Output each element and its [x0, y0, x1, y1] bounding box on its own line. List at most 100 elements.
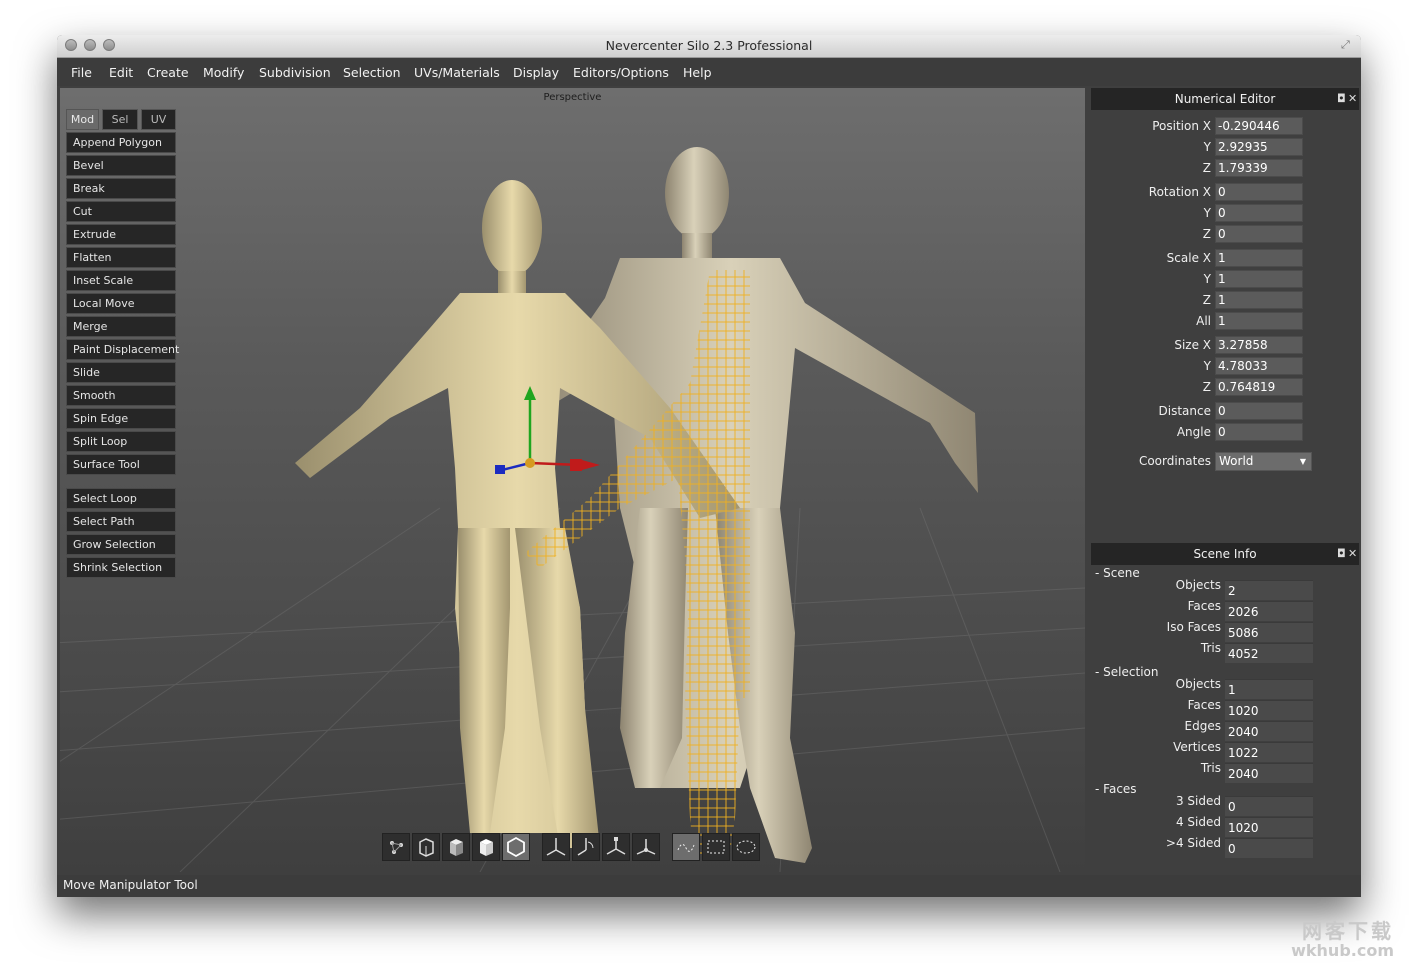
selection-objects-value: 1 — [1225, 679, 1313, 699]
selection-vertices-value: 1022 — [1225, 742, 1313, 762]
position-x-label: Position X — [1152, 119, 1211, 133]
position-y-field[interactable]: 2.92935 — [1215, 138, 1303, 156]
angle-field[interactable]: 0 — [1215, 423, 1303, 441]
scale-z-field[interactable]: 1 — [1215, 291, 1303, 309]
selection-edges-value: 2040 — [1225, 721, 1313, 741]
tab-mod[interactable]: Mod — [66, 109, 99, 130]
menu-editors-options[interactable]: Editors/Options — [573, 65, 669, 80]
distance-field[interactable]: 0 — [1215, 402, 1303, 420]
scale-all-field[interactable]: 1 — [1215, 312, 1303, 330]
tool-spin-edge[interactable]: Spin Edge — [66, 408, 176, 429]
menu-file[interactable]: File — [71, 65, 92, 80]
scene-faces-label: Faces — [1187, 599, 1221, 613]
rect-select-icon[interactable] — [702, 833, 730, 861]
face-mode-icon[interactable] — [442, 833, 470, 861]
lasso-icon[interactable] — [672, 833, 700, 861]
selection-objects-label: Objects — [1175, 677, 1221, 691]
window-title: Nevercenter Silo 2.3 Professional — [605, 38, 813, 53]
hexagon-icon[interactable] — [502, 833, 530, 861]
scene-info-panel: Scene Info ◘ ✕ - Scene Objects 2 Faces 2… — [1091, 543, 1361, 873]
tool-break[interactable]: Break — [66, 178, 176, 199]
scene-info-title: Scene Info — [1091, 543, 1359, 565]
tab-uv[interactable]: UV — [141, 109, 176, 130]
selection-tris-value: 2040 — [1225, 763, 1313, 783]
rotate-axes-icon[interactable] — [572, 833, 600, 861]
coordinates-select[interactable]: World ▼ — [1215, 452, 1312, 471]
size-x-label: Size X — [1174, 338, 1211, 352]
tool-bevel[interactable]: Bevel — [66, 155, 176, 176]
panel-close-icon[interactable]: ✕ — [1348, 543, 1357, 565]
tool-merge[interactable]: Merge — [66, 316, 176, 337]
vertex-mode-icon[interactable] — [382, 833, 410, 861]
menu-subdivision[interactable]: Subdivision — [259, 65, 331, 80]
move-axes-icon[interactable] — [542, 833, 570, 861]
perspective-viewport[interactable]: Perspective Mod Sel UV Append Polygon Be… — [60, 88, 1085, 872]
app-window: Nevercenter Silo 2.3 Professional ⤢ File… — [57, 35, 1361, 897]
tool-surface-tool[interactable]: Surface Tool — [66, 454, 176, 475]
selection-tris-label: Tris — [1200, 761, 1221, 775]
scale-y-label: Y — [1203, 272, 1211, 286]
tool-select-loop[interactable]: Select Loop — [66, 488, 176, 509]
tool-tabs: Mod Sel UV — [66, 109, 176, 131]
tool-split-loop[interactable]: Split Loop — [66, 431, 176, 452]
angle-label: Angle — [1176, 425, 1211, 439]
scale-y-field[interactable]: 1 — [1215, 270, 1303, 288]
chevron-down-icon: ▼ — [1299, 457, 1306, 466]
faces-3-sided-value: 0 — [1225, 796, 1313, 816]
position-x-field[interactable]: -0.290446 — [1215, 117, 1303, 135]
tool-cut[interactable]: Cut — [66, 201, 176, 222]
menu-uvs-materials[interactable]: UVs/Materials — [414, 65, 500, 80]
size-y-field[interactable]: 4.78033 — [1215, 357, 1303, 375]
menu-display[interactable]: Display — [513, 65, 559, 80]
menu-edit[interactable]: Edit — [109, 65, 133, 80]
size-z-label: Z — [1202, 380, 1211, 394]
panel-close-icon[interactable]: ✕ — [1348, 88, 1357, 110]
tool-slide[interactable]: Slide — [66, 362, 176, 383]
selection-vertices-label: Vertices — [1173, 740, 1221, 754]
rotation-z-field[interactable]: 0 — [1215, 225, 1303, 243]
tool-flatten[interactable]: Flatten — [66, 247, 176, 268]
scale-all-label: All — [1196, 314, 1211, 328]
menu-modify[interactable]: Modify — [203, 65, 244, 80]
panel-float-icon[interactable]: ◘ — [1337, 88, 1346, 110]
panel-float-icon[interactable]: ◘ — [1337, 543, 1346, 565]
rotation-x-field[interactable]: 0 — [1215, 183, 1303, 201]
scale-x-label: Scale X — [1166, 251, 1211, 265]
tab-sel[interactable]: Sel — [102, 109, 138, 130]
position-z-field[interactable]: 1.79339 — [1215, 159, 1303, 177]
menu-create[interactable]: Create — [147, 65, 189, 80]
rotation-x-label: Rotation X — [1148, 185, 1211, 199]
ellipse-select-icon[interactable] — [732, 833, 760, 861]
scene-tris-label: Tris — [1200, 641, 1221, 655]
coordinates-label: Coordinates — [1138, 454, 1211, 468]
tool-smooth[interactable]: Smooth — [66, 385, 176, 406]
status-text: Move Manipulator Tool — [63, 878, 198, 892]
scale-axes-icon[interactable] — [602, 833, 630, 861]
tool-paint-displacement[interactable]: Paint Displacement — [66, 339, 179, 360]
edge-mode-icon[interactable] — [412, 833, 440, 861]
selection-faces-value: 1020 — [1225, 700, 1313, 720]
faces-over-4-sided-label: >4 Sided — [1165, 836, 1221, 850]
manipulator-axes-icon[interactable] — [632, 833, 660, 861]
tool-append-polygon[interactable]: Append Polygon — [66, 132, 176, 153]
scene-canvas[interactable] — [60, 88, 1085, 872]
fullscreen-icon[interactable]: ⤢ — [1341, 39, 1353, 51]
tool-grow-selection[interactable]: Grow Selection — [66, 534, 176, 555]
menu-selection[interactable]: Selection — [343, 65, 401, 80]
tool-shrink-selection[interactable]: Shrink Selection — [66, 557, 176, 578]
size-z-field[interactable]: 0.764819 — [1215, 378, 1303, 396]
rotation-y-field[interactable]: 0 — [1215, 204, 1303, 222]
object-mode-icon[interactable] — [472, 833, 500, 861]
position-z-label: Z — [1202, 161, 1211, 175]
tool-inset-scale[interactable]: Inset Scale — [66, 270, 176, 291]
menu-help[interactable]: Help — [683, 65, 712, 80]
numerical-editor-title: Numerical Editor — [1091, 88, 1359, 110]
coordinates-value: World — [1219, 454, 1254, 468]
numerical-editor-panel: Numerical Editor ◘ ✕ Position X -0.29044… — [1091, 88, 1361, 538]
tool-extrude[interactable]: Extrude — [66, 224, 176, 245]
tool-local-move[interactable]: Local Move — [66, 293, 176, 314]
tool-select-path[interactable]: Select Path — [66, 511, 176, 532]
size-x-field[interactable]: 3.27858 — [1215, 336, 1303, 354]
scale-x-field[interactable]: 1 — [1215, 249, 1303, 267]
rotation-z-label: Z — [1202, 227, 1211, 241]
